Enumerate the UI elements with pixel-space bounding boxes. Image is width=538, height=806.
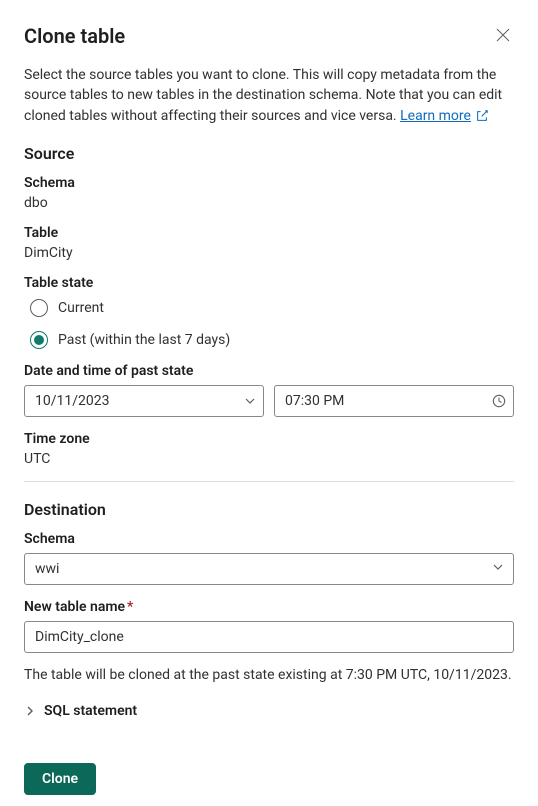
timezone-label: Time zone bbox=[24, 431, 514, 447]
dest-schema-label: Schema bbox=[24, 531, 514, 547]
timezone-value: UTC bbox=[24, 451, 514, 467]
radio-past-label: Past (within the last 7 days) bbox=[58, 332, 230, 348]
radio-current[interactable]: Current bbox=[24, 299, 514, 317]
radio-icon bbox=[30, 299, 48, 317]
new-table-name-label: New table name* bbox=[24, 599, 514, 615]
clone-summary: The table will be cloned at the past sta… bbox=[24, 667, 514, 683]
radio-current-label: Current bbox=[58, 300, 104, 316]
source-schema-label: Schema bbox=[24, 175, 514, 191]
external-link-icon bbox=[475, 109, 489, 123]
dialog-title: Clone table bbox=[24, 24, 125, 48]
chevron-right-icon bbox=[24, 705, 36, 717]
destination-heading: Destination bbox=[24, 500, 514, 519]
table-state-label: Table state bbox=[24, 275, 514, 291]
radio-past[interactable]: Past (within the last 7 days) bbox=[24, 331, 514, 349]
datetime-label: Date and time of past state bbox=[24, 363, 514, 379]
time-input[interactable] bbox=[274, 385, 514, 417]
source-table-label: Table bbox=[24, 225, 514, 241]
source-table-value: DimCity bbox=[24, 245, 514, 261]
close-icon bbox=[496, 28, 510, 45]
sql-statement-expander[interactable]: SQL statement bbox=[24, 699, 514, 723]
close-button[interactable] bbox=[492, 24, 514, 49]
dialog-description: Select the source tables you want to clo… bbox=[24, 65, 514, 126]
source-schema-value: dbo bbox=[24, 195, 514, 211]
radio-icon bbox=[30, 331, 48, 349]
date-input[interactable] bbox=[24, 385, 264, 417]
learn-more-link[interactable]: Learn more bbox=[400, 108, 471, 124]
required-indicator: * bbox=[127, 599, 133, 615]
clone-button[interactable]: Clone bbox=[24, 763, 96, 795]
sql-statement-label: SQL statement bbox=[44, 703, 137, 719]
section-divider bbox=[24, 481, 514, 482]
new-table-name-input[interactable] bbox=[24, 621, 514, 653]
source-heading: Source bbox=[24, 144, 514, 163]
table-state-radio-group: Current Past (within the last 7 days) bbox=[24, 299, 514, 349]
dest-schema-select[interactable] bbox=[24, 553, 514, 585]
